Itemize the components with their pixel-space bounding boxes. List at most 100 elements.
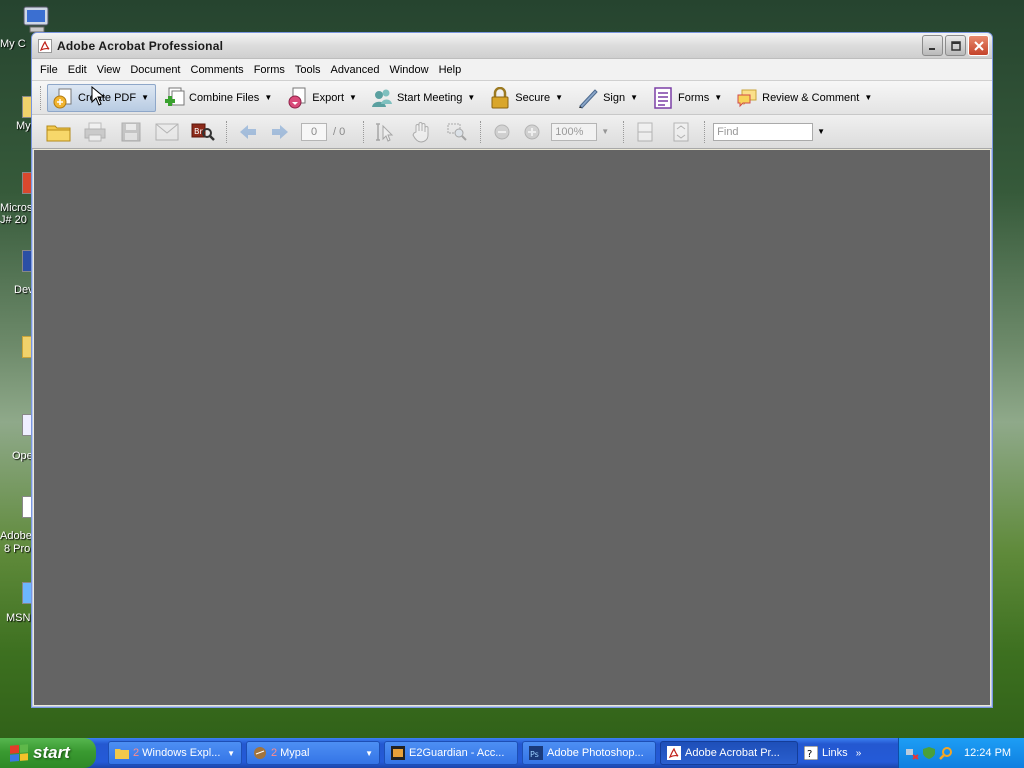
sign-button[interactable]: Sign ▼ (572, 84, 645, 112)
secure-button[interactable]: Secure ▼ (484, 84, 570, 112)
toolbar-grip[interactable] (40, 85, 43, 110)
marquee-zoom-button[interactable] (444, 121, 470, 143)
taskbar-button-photoshop[interactable]: Ps Adobe Photoshop... (522, 741, 656, 765)
arrow-right-icon (272, 124, 288, 139)
zoom-tool-icon (447, 123, 467, 141)
toolbar-separator (623, 120, 625, 143)
previous-page-button[interactable] (235, 121, 261, 143)
photoshop-icon: Ps (529, 746, 543, 760)
pen-icon (577, 87, 599, 109)
dropdown-arrow-icon: ▼ (227, 748, 235, 758)
toolbar-separator (704, 120, 706, 143)
print-button[interactable] (82, 121, 108, 143)
find-dropdown-icon[interactable]: ▼ (817, 127, 825, 136)
search-icon[interactable] (939, 746, 953, 760)
security-shield-icon[interactable] (922, 746, 936, 760)
svg-text:?: ? (807, 749, 812, 760)
menu-window[interactable]: Window (384, 62, 433, 78)
system-tray: 12:24 PM (898, 738, 1024, 768)
clock[interactable]: 12:24 PM (964, 747, 1011, 759)
fit-width-icon (637, 122, 653, 141)
forms-button[interactable]: Forms ▼ (647, 84, 729, 112)
start-button[interactable]: start (0, 738, 96, 768)
fit-width-button[interactable] (632, 121, 658, 143)
start-meeting-label: Start Meeting (396, 91, 463, 104)
zoom-dropdown-icon[interactable]: ▼ (601, 127, 609, 136)
lock-icon (489, 86, 511, 109)
close-icon (973, 40, 984, 51)
minimize-button[interactable] (922, 35, 943, 56)
taskbar-button-label: Mypal (280, 747, 310, 759)
meeting-icon (371, 87, 393, 109)
combine-files-label: Combine Files (189, 91, 260, 104)
export-label: Export (312, 91, 345, 104)
zoom-in-button[interactable] (519, 121, 545, 143)
acrobat-icon (38, 38, 52, 53)
menu-comments[interactable]: Comments (186, 62, 249, 78)
zoom-out-button[interactable] (489, 121, 515, 143)
open-button[interactable] (46, 121, 72, 143)
select-tool-button[interactable] (372, 121, 398, 143)
dropdown-arrow-icon: ▼ (264, 93, 273, 102)
menu-edit[interactable]: Edit (63, 62, 92, 78)
hand-tool-button[interactable] (408, 121, 434, 143)
desktop-icon-label: My C (0, 38, 26, 50)
document-area[interactable] (34, 150, 990, 705)
zoom-in-icon (524, 124, 540, 139)
toolbar-separator (226, 120, 227, 143)
folder-icon (115, 746, 129, 760)
dropdown-arrow-icon: ▼ (630, 93, 639, 102)
taskbar-button-windows-explorer[interactable]: 2 Windows Expl... ▼ (108, 741, 242, 765)
export-button[interactable]: Export ▼ (281, 84, 364, 112)
secure-label: Secure (515, 91, 551, 104)
zoom-out-icon (494, 124, 510, 139)
find-input[interactable]: Find (713, 122, 814, 141)
printer-icon (84, 122, 106, 141)
taskbar-button-label: Windows Expl... (142, 747, 221, 759)
menu-tools[interactable]: Tools (290, 62, 326, 78)
start-meeting-button[interactable]: Start Meeting ▼ (366, 84, 482, 112)
taskbar-button-acrobat[interactable]: Adobe Acrobat Pr... (660, 741, 798, 765)
email-button[interactable] (154, 121, 180, 143)
form-icon (652, 86, 674, 109)
dropdown-arrow-icon: ▼ (467, 93, 476, 102)
taskbar-button-label: Adobe Photoshop... (547, 747, 644, 759)
desktop-icon-label: J# 20 (0, 214, 27, 226)
dropdown-arrow-icon: ▼ (714, 93, 723, 102)
fit-page-icon (673, 122, 689, 141)
dropdown-arrow-icon: ▼ (365, 748, 373, 758)
taskbar-button-mypal[interactable]: 2 Mypal ▼ (246, 741, 380, 765)
review-comment-label: Review & Comment (762, 91, 860, 104)
links-toolbar[interactable]: ? Links » (804, 746, 861, 760)
help-icon: ? (804, 746, 818, 760)
dropdown-arrow-icon: ▼ (555, 93, 564, 102)
menu-forms[interactable]: Forms (249, 62, 290, 78)
maximize-button[interactable] (945, 35, 966, 56)
taskbar-button-e2guardian[interactable]: E2Guardian - Acc... (384, 741, 518, 765)
title-bar[interactable]: Adobe Acrobat Professional (32, 33, 992, 59)
menu-document[interactable]: Document (125, 62, 185, 78)
create-pdf-icon (52, 87, 74, 109)
svg-text:Ps: Ps (530, 750, 539, 759)
network-icon[interactable] (905, 746, 919, 760)
fit-page-button[interactable] (668, 121, 694, 143)
next-page-button[interactable] (267, 121, 293, 143)
windows-logo-icon (10, 744, 28, 762)
close-button[interactable] (968, 35, 989, 56)
taskbar-button-label: E2Guardian - Acc... (409, 747, 505, 759)
save-button[interactable] (118, 121, 144, 143)
links-label: Links (822, 747, 848, 759)
review-comment-button[interactable]: Review & Comment ▼ (731, 84, 879, 112)
page-number-input[interactable]: 0 (301, 122, 327, 141)
menu-help[interactable]: Help (434, 62, 467, 78)
menu-advanced[interactable]: Advanced (326, 62, 385, 78)
zoom-level-field[interactable]: 100% (551, 122, 598, 141)
bridge-search-button[interactable]: Br (190, 121, 216, 143)
menu-file[interactable]: File (35, 62, 63, 78)
chevron-right-icon[interactable]: » (856, 748, 862, 759)
search-bridge-icon: Br (191, 123, 215, 141)
email-icon (155, 123, 179, 140)
menu-view[interactable]: View (92, 62, 126, 78)
minimize-icon (928, 47, 935, 50)
combine-files-button[interactable]: Combine Files ▼ (158, 84, 279, 112)
